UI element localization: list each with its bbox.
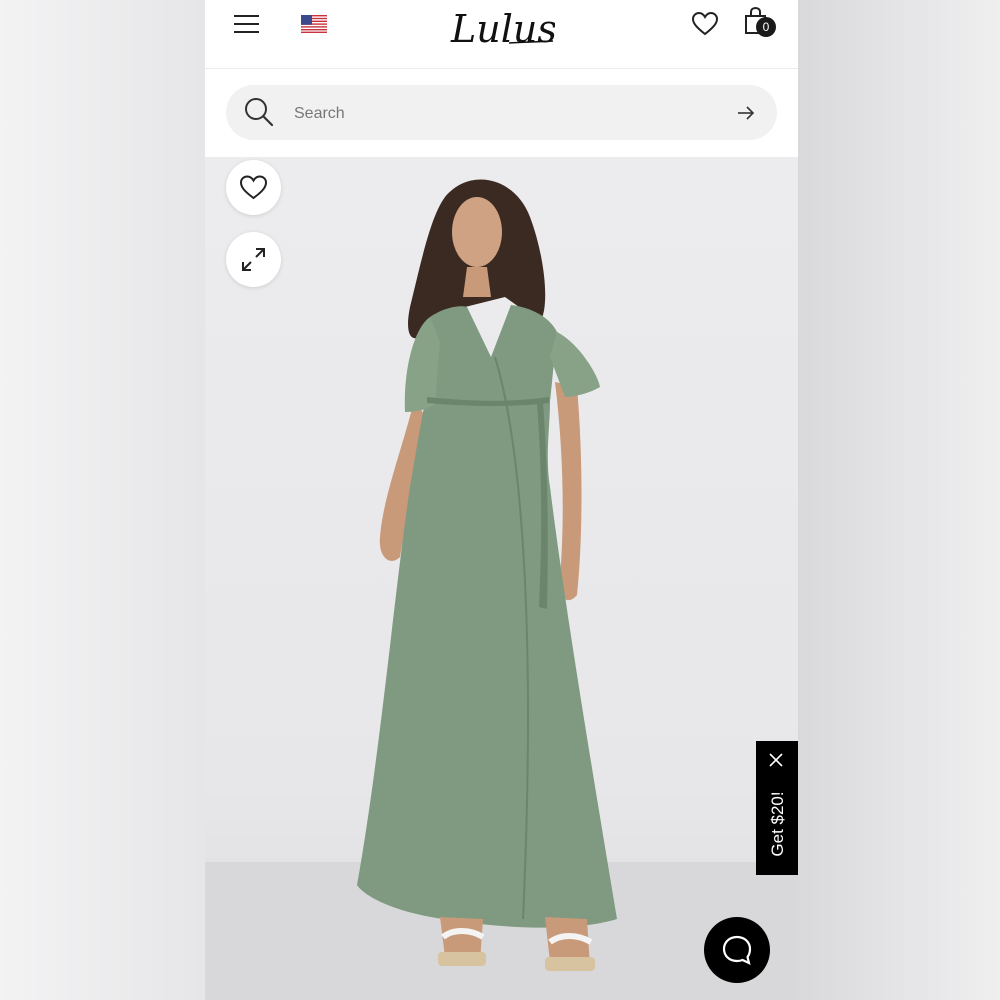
site-header: Lulus 0 <box>205 0 798 69</box>
cart-button[interactable]: 0 <box>743 6 779 40</box>
heart-icon[interactable] <box>691 10 719 38</box>
us-flag-icon[interactable] <box>301 15 327 33</box>
chat-button[interactable] <box>704 917 770 983</box>
arrow-right-icon[interactable] <box>736 103 756 123</box>
chat-bubble-icon <box>722 935 752 965</box>
expand-icon <box>242 248 265 271</box>
product-photo <box>357 179 617 971</box>
site-logo[interactable]: Lulus <box>449 2 557 52</box>
search-icon <box>245 98 274 127</box>
left-backdrop <box>0 0 205 1000</box>
search-input[interactable] <box>292 85 716 142</box>
heart-icon <box>239 175 268 200</box>
lulus-logo-mark: Lulus <box>450 7 557 51</box>
svg-text:Lulus: Lulus <box>450 7 555 51</box>
promo-label: Get $20! <box>768 791 787 857</box>
search-bar <box>226 85 777 142</box>
mobile-page: Lulus 0 Search Get $20! <box>205 0 798 1000</box>
product-image-gallery[interactable]: Get $20! <box>205 157 798 1000</box>
expand-image-button[interactable] <box>226 232 281 287</box>
close-icon[interactable] <box>769 753 783 767</box>
cart-count-badge: 0 <box>756 17 776 37</box>
add-to-wishlist-button[interactable] <box>226 160 281 215</box>
promo-tab[interactable]: Get $20! <box>756 741 798 875</box>
hamburger-menu-icon[interactable] <box>232 12 262 36</box>
right-backdrop <box>798 0 1000 1000</box>
